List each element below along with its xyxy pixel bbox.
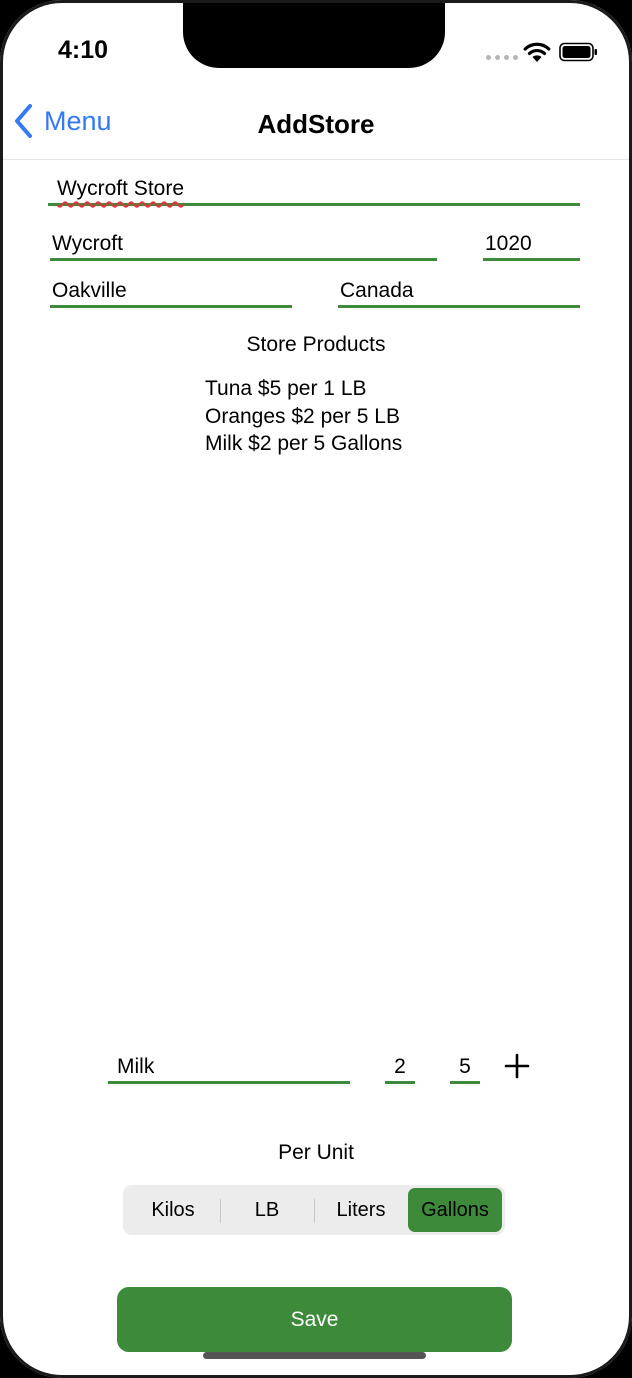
per-unit-label: Per Unit — [278, 1141, 354, 1164]
device-notch — [183, 0, 445, 68]
wifi-icon — [523, 42, 551, 62]
list-item: Oranges $2 per 5 LB — [205, 404, 400, 428]
list-item: Milk $2 per 5 Gallons — [205, 432, 403, 455]
product-list: Tuna $5 per 1 LB Oranges $2 per 5 LB Mil… — [205, 375, 402, 458]
city-field[interactable]: Oakville — [50, 277, 292, 308]
street-number-field[interactable]: 1020 — [483, 230, 580, 261]
store-products-title: Store Products — [246, 333, 386, 356]
country-field[interactable]: Canada — [338, 277, 580, 308]
segment-kilos[interactable]: Kilos — [126, 1188, 220, 1232]
segment-lb[interactable]: LB — [220, 1188, 314, 1232]
nav-divider — [0, 159, 632, 160]
battery-icon — [559, 42, 597, 62]
status-time: 4:10 — [58, 36, 109, 64]
save-button[interactable]: Save — [117, 1287, 512, 1352]
unit-segmented-control: Kilos LB Liters Gallons — [123, 1185, 505, 1235]
page-title: AddStore — [257, 109, 375, 139]
app-screen: 4:10 Menu AddStore Wycroft Store Wycroft… — [0, 0, 632, 1378]
quantity-field[interactable]: 5 — [450, 1053, 480, 1084]
store-name-value: Wycroft Store — [57, 177, 185, 200]
price-field[interactable]: 2 — [385, 1053, 415, 1084]
add-product-plus-icon[interactable] — [503, 1052, 531, 1080]
store-name-field[interactable]: Wycroft Store — [48, 175, 580, 206]
list-item: Tuna $5 per 1 LB — [205, 377, 367, 400]
segment-gallons[interactable]: Gallons — [408, 1188, 502, 1232]
product-name-field[interactable]: Milk — [108, 1053, 350, 1084]
home-indicator[interactable] — [203, 1352, 426, 1359]
segment-liters[interactable]: Liters — [314, 1188, 408, 1232]
cellular-signal-icon — [486, 55, 518, 60]
street-field[interactable]: Wycroft — [50, 230, 437, 261]
